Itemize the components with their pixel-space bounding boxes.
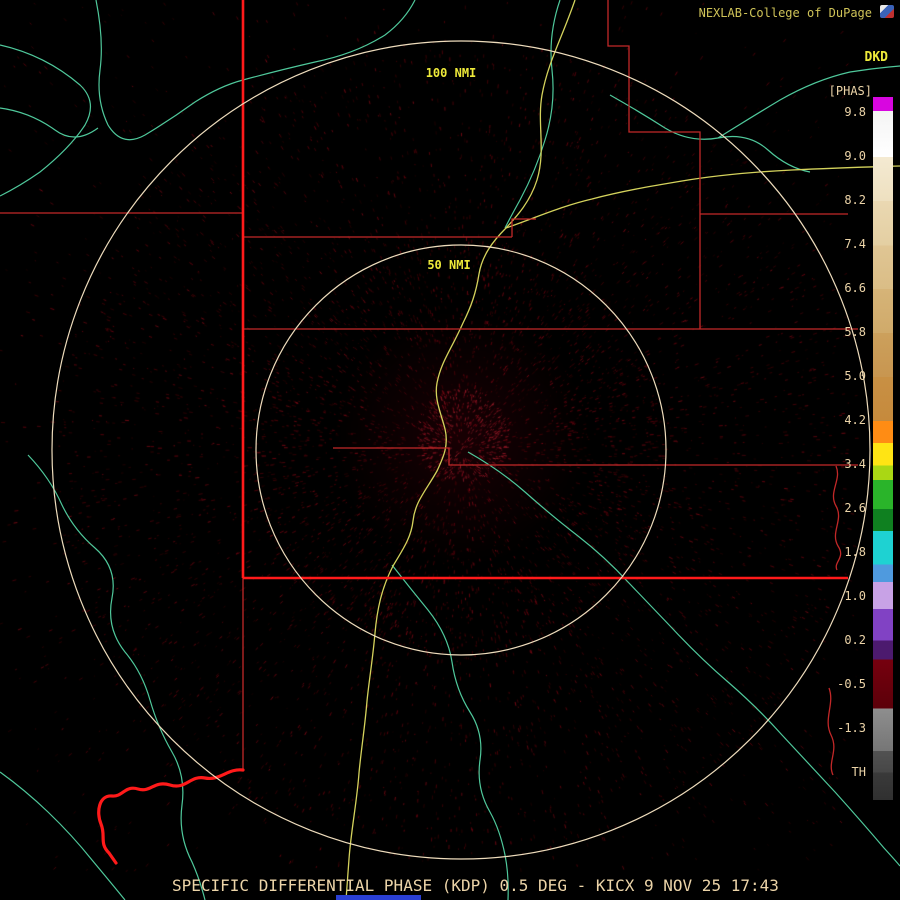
units-label: [PHAS] [829, 84, 872, 98]
colorbar-tick: 9.8 [844, 105, 866, 121]
colorbar [873, 97, 893, 800]
colorbar-ticks: 9.8 9.0 8.2 7.4 6.6 5.8 5.0 4.2 3.4 2.6 1.8 1.0 0.2 -… [820, 97, 866, 800]
colorbar-tick: 2.6 [844, 501, 866, 517]
colorbar-tick: 4.2 [844, 413, 866, 429]
colorbar-tick: -1.3 [837, 721, 866, 737]
bottom-blue-bar [336, 895, 421, 900]
highways-yellow [346, 0, 900, 900]
colorbar-tick: 6.6 [844, 281, 866, 297]
colorbar-tick: 5.0 [844, 369, 866, 385]
colorbar-tick: -0.5 [837, 677, 866, 693]
colorbar-tick: 5.8 [844, 325, 866, 341]
colorbar-tick: 8.2 [844, 193, 866, 209]
status-text: SPECIFIC DIFFERENTIAL PHASE (KDP) 0.5 DE… [172, 876, 779, 895]
colorbar-tick: 3.4 [844, 457, 866, 473]
nexlab-logo-icon [880, 5, 894, 18]
colorbar-tick: 1.0 [844, 589, 866, 605]
range-ring-label-50nmi: 50 NMI [424, 258, 473, 272]
county-borders [0, 0, 858, 775]
range-ring-label-100nmi: 100 NMI [423, 66, 480, 80]
range-rings [52, 41, 870, 859]
range-ring-100nmi [52, 41, 870, 859]
highways-teal [0, 0, 900, 900]
colorbar-tick: 9.0 [844, 149, 866, 165]
range-ring-50nmi [256, 245, 666, 655]
product-code-label: DKD [865, 50, 888, 65]
nexlab-brand: NEXLAB-College of DuPage [699, 6, 872, 20]
radar-screen: 100 NMI 50 NMI NEXLAB-College of DuPage … [0, 0, 900, 900]
radar-map [0, 0, 900, 900]
river-state-border [99, 770, 243, 863]
colorbar-tick: 1.8 [844, 545, 866, 561]
colorbar-tick: 0.2 [844, 633, 866, 649]
colorbar-tick: TH [852, 765, 866, 781]
colorbar-tick: 7.4 [844, 237, 866, 253]
